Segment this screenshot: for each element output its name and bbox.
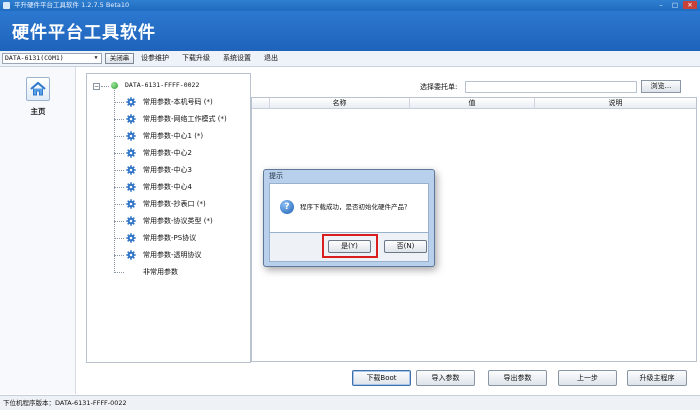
tree-connector	[114, 170, 124, 171]
order-file-label: 选择委托单:	[420, 83, 458, 91]
browse-button[interactable]: 浏览...	[641, 80, 681, 93]
tree-connector	[114, 102, 124, 103]
tree-item[interactable]: 常用参数-协议类型 (*)	[114, 215, 249, 227]
tree-item-label: 常用参数-中心4	[143, 183, 192, 191]
minimize-button[interactable]: –	[655, 1, 667, 9]
tree-item-label: 常用参数-网络工作模式 (*)	[143, 115, 227, 123]
import-params-button[interactable]: 导入参数	[416, 370, 475, 386]
gear-icon	[126, 250, 136, 260]
dialog-title: 提示	[269, 172, 283, 180]
tree-item[interactable]: 常用参数-本机号码 (*)	[114, 96, 249, 108]
window-title: 平升硬件平台工具软件 1.2.7.5 Beta10	[14, 1, 130, 9]
tree-root-device[interactable]: DATA-6131-FFFF-0022	[125, 81, 199, 90]
gear-icon	[126, 97, 136, 107]
tree-item-label: 常用参数-抄表口 (*)	[143, 200, 206, 208]
tree-item-label: 非常用参数	[143, 268, 178, 276]
upgrade-main-program-button[interactable]: 升级主程序	[627, 370, 687, 386]
column-header-value[interactable]: 值	[410, 98, 535, 109]
dialog-body: ? 程序下载成功，是否初始化硬件产品？	[269, 183, 429, 233]
gear-icon	[126, 199, 136, 209]
tree-connector	[114, 255, 124, 256]
yes-button[interactable]: 是(Y)	[328, 240, 371, 253]
tree-connector	[114, 136, 124, 137]
app-banner: 硬件平台工具软件	[0, 11, 700, 51]
app-name: 硬件平台工具软件	[12, 23, 156, 43]
tree-item-label: 常用参数-中心2	[143, 149, 192, 157]
tree-item-label: 常用参数-中心3	[143, 166, 192, 174]
dialog-message: 程序下载成功，是否初始化硬件产品？	[300, 203, 411, 211]
window-controls: – □ ✕	[655, 1, 697, 9]
order-file-input[interactable]	[465, 81, 637, 93]
gear-icon	[126, 233, 136, 243]
gear-icon	[126, 216, 136, 226]
device-status-dot	[111, 82, 118, 89]
tree-connector	[114, 221, 124, 222]
status-bar: 下位机程序版本：DATA-6131-FFFF-0022	[0, 395, 700, 410]
maximize-button[interactable]: □	[669, 1, 681, 9]
gear-icon	[126, 131, 136, 141]
window-titlebar: 平升硬件平台工具软件 1.2.7.5 Beta10 – □ ✕	[0, 0, 700, 11]
tree-item[interactable]: 常用参数-透明协议	[114, 249, 249, 261]
menu-item-param-maintenance[interactable]: 设参维护	[141, 54, 169, 63]
download-boot-button[interactable]: 下载Boot	[352, 370, 411, 386]
tree-item[interactable]: 常用参数-PS协议	[114, 232, 249, 244]
tree-item[interactable]: 常用参数-网络工作模式 (*)	[114, 113, 249, 125]
home-label: 主页	[30, 107, 46, 116]
menu-item-system-settings[interactable]: 系统设置	[223, 54, 251, 63]
device-select-value: DATA-6131(COM1)	[5, 54, 64, 62]
firmware-version-status: 下位机程序版本：DATA-6131-FFFF-0022	[3, 399, 127, 407]
tree-item[interactable]: 常用参数-中心1 (*)	[114, 130, 249, 142]
app-icon	[3, 2, 10, 9]
parameter-tree: − DATA-6131-FFFF-0022 常用参数-本机号码 (*) 常用参数…	[86, 73, 251, 363]
tree-connector	[114, 238, 124, 239]
close-port-button[interactable]: 关闭串	[105, 53, 134, 64]
device-select[interactable]: DATA-6131(COM1) ▼	[2, 53, 102, 64]
tree-item[interactable]: 常用参数-中心2	[114, 147, 249, 159]
column-header-name[interactable]: 名称	[270, 98, 410, 109]
chevron-down-icon[interactable]: ▼	[92, 54, 100, 63]
grid-header: 名称 值 说明	[252, 98, 696, 109]
tree-item-label: 常用参数-透明协议	[143, 251, 202, 259]
tree-connector	[101, 86, 109, 87]
menu-item-exit[interactable]: 退出	[264, 54, 278, 63]
tree-item[interactable]: 常用参数-中心3	[114, 164, 249, 176]
gear-icon	[126, 182, 136, 192]
tree-connector	[114, 187, 124, 188]
window-close-button[interactable]: ✕	[683, 1, 697, 9]
gear-icon	[126, 165, 136, 175]
home-icon[interactable]	[26, 77, 50, 101]
menubar: DATA-6131(COM1) ▼ 关闭串 设参维护 下载升级 系统设置 退出	[0, 51, 700, 67]
gear-icon	[126, 148, 136, 158]
tree-item[interactable]: 常用参数-抄表口 (*)	[114, 198, 249, 210]
export-params-button[interactable]: 导出参数	[488, 370, 547, 386]
tree-connector	[114, 204, 124, 205]
previous-step-button[interactable]: 上一步	[558, 370, 617, 386]
tree-item-label: 常用参数-中心1 (*)	[143, 132, 204, 140]
tree-connector	[114, 272, 124, 273]
tree-item-label: 常用参数-PS协议	[143, 234, 197, 242]
home-button[interactable]: 主页	[20, 77, 56, 117]
tree-item-label: 常用参数-协议类型 (*)	[143, 217, 213, 225]
column-header-description[interactable]: 说明	[535, 98, 696, 109]
tree-item[interactable]: 非常用参数	[114, 266, 249, 278]
tree-item[interactable]: 常用参数-中心4	[114, 181, 249, 193]
gear-icon	[126, 114, 136, 124]
question-icon: ?	[280, 200, 294, 214]
no-button[interactable]: 否(N)	[384, 240, 427, 253]
tree-item-label: 常用参数-本机号码 (*)	[143, 98, 213, 106]
tree-collapse-toggle[interactable]: −	[93, 83, 100, 90]
grid-row-header	[252, 98, 270, 109]
menu-item-download-upgrade[interactable]: 下载升级	[182, 54, 210, 63]
tree-connector	[114, 119, 124, 120]
sidebar: 主页	[0, 67, 76, 394]
tree-connector	[114, 153, 124, 154]
